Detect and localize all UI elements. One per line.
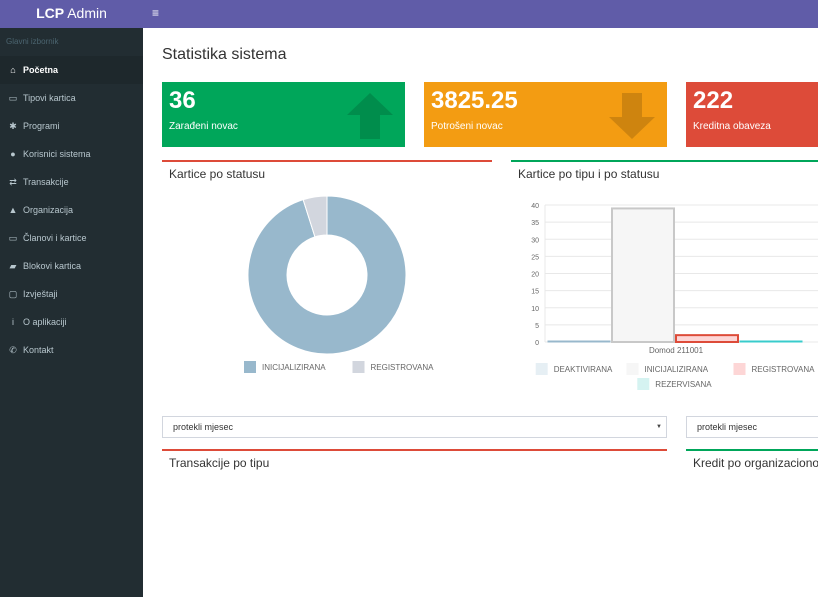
- legend-swatch: [733, 363, 746, 375]
- sidebar-item-label: Tipovi kartica: [23, 93, 76, 103]
- legend-swatch: [637, 378, 650, 390]
- bar[interactable]: [675, 334, 739, 343]
- top-navbar: ≡: [143, 0, 818, 28]
- y-tick-label: 5: [535, 323, 539, 330]
- card-icon: ▭: [8, 92, 18, 103]
- home-icon: ⌂: [10, 65, 16, 75]
- stat-value: 3825.25: [431, 87, 518, 114]
- exchange-icon: ⇄: [9, 176, 17, 187]
- panel-title: Kredit po organizacionom: [693, 456, 818, 470]
- book-icon: ▰: [9, 260, 17, 271]
- sidebar-item-1[interactable]: ⌂ Početna: [0, 56, 143, 84]
- panel-cards-by-status: Kartice po statusu INICIJALIZIRANA REGIST…: [162, 160, 492, 388]
- stat-label: Kreditna obaveza: [693, 121, 771, 132]
- stat-value: 36: [169, 87, 196, 114]
- sidebar: LCP Admin Glavni izbornik ⌂ Početna ▭ Tipov…: [0, 0, 143, 597]
- period-select-left[interactable]: protekli mjesec ▼: [162, 416, 667, 438]
- sidebar-item-label: Početna: [23, 65, 59, 75]
- donut-chart: INICIJALIZIRANA REGISTROVANA: [244, 195, 435, 373]
- sidebar-item-label: Izvještaji: [23, 289, 58, 299]
- sidebar-item-6[interactable]: ▲ Organizacija: [0, 196, 143, 224]
- sidebar-item-3[interactable]: ✱ Programi: [0, 112, 143, 140]
- legend-label: REGISTROVANA: [752, 365, 816, 374]
- sidebar-item-label: Članovi i kartice: [23, 233, 87, 243]
- stat-value: 222: [693, 87, 734, 114]
- sidebar-item-10[interactable]: i O aplikaciji: [0, 308, 143, 336]
- stat-box-earned: 36 Zarađeni novac: [162, 82, 405, 147]
- brand-logo[interactable]: LCP Admin: [0, 0, 143, 28]
- legend-swatch: [535, 363, 548, 375]
- sidebar-item-9[interactable]: ▢ Izvještaji: [0, 280, 143, 308]
- sidebar-item-label: Korisnici sistema: [23, 149, 91, 159]
- stat-box-spent: 3825.25 Potrošeni novac: [424, 82, 667, 147]
- period-select-right[interactable]: protekli mjesec: [686, 416, 818, 438]
- legend-label: DEAKTIVIRANA: [554, 365, 613, 374]
- stat-label: Potrošeni novac: [431, 121, 503, 132]
- y-tick-label: 10: [531, 306, 539, 313]
- bar[interactable]: [739, 340, 803, 343]
- info-icon: i: [12, 317, 14, 327]
- panel-credit-by-org: Kredit po organizacionom: [686, 449, 818, 597]
- sidebar-item-8[interactable]: ▰ Blokovi kartica: [0, 252, 143, 280]
- hamburger-menu-icon[interactable]: ≡: [152, 7, 162, 19]
- sidebar-menu: ⌂ Početna ▭ Tipovi kartica ✱ Programi ● Korisni…: [0, 56, 143, 364]
- card-icon: ▭: [8, 232, 18, 243]
- legend-label: REZERVISANA: [655, 380, 712, 389]
- sidebar-item-label: Blokovi kartica: [23, 261, 82, 271]
- brand-bold: LCP: [36, 5, 65, 21]
- y-tick-label: 20: [531, 272, 539, 279]
- legend-swatch: [626, 363, 639, 375]
- arrow-up-icon: [347, 93, 393, 139]
- stat-box-credit: 222 Kreditna obaveza: [686, 82, 818, 147]
- y-tick-label: 35: [531, 220, 539, 227]
- sidebar-item-label: O aplikaciji: [23, 317, 67, 327]
- y-tick-label: 0: [535, 340, 539, 347]
- y-tick-label: 30: [531, 237, 539, 244]
- stat-label: Zarađeni novac: [169, 121, 238, 132]
- sidebar-item-4[interactable]: ● Korisnici sistema: [0, 140, 143, 168]
- legend-swatch: [244, 361, 256, 373]
- sidebar-item-11[interactable]: ✆ Kontakt: [0, 336, 143, 364]
- bar[interactable]: [611, 207, 675, 343]
- select-value: protekli mjesec: [173, 422, 234, 432]
- bar-chart: 40 35 30 25 20 15 10 5 0 Domod 211001 DEAKTIVIRANA…: [531, 203, 818, 390]
- sidebar-item-5[interactable]: ⇄ Transakcije: [0, 168, 143, 196]
- user-icon: ●: [10, 149, 16, 159]
- sidebar-item-label: Transakcije: [23, 177, 69, 187]
- select-value: protekli mjesec: [697, 422, 758, 432]
- y-tick-label: 40: [531, 203, 539, 210]
- sidebar-item-label: Organizacija: [23, 205, 74, 215]
- page-title: Statistika sistema: [162, 46, 287, 63]
- legend-label: INICIJALIZIRANA: [645, 365, 709, 374]
- report-icon: ▢: [8, 288, 18, 299]
- brand-rest: Admin: [64, 5, 107, 21]
- legend-swatch: [352, 361, 365, 373]
- asterisk-icon: ✱: [9, 120, 17, 131]
- x-tick-label: Domod 211001: [649, 346, 704, 355]
- tree-icon: ▲: [8, 205, 18, 215]
- y-tick-label: 15: [531, 289, 539, 296]
- caret-down-icon: ▼: [656, 424, 662, 430]
- sidebar-header: Glavni izbornik: [6, 37, 59, 46]
- sidebar-item-label: Kontakt: [23, 345, 54, 355]
- arrow-down-icon: [609, 93, 655, 139]
- bar[interactable]: [547, 340, 611, 343]
- main-content: Statistika sistema 36 Zarađeni novac 382…: [143, 28, 818, 597]
- panel-transactions-by-type: Transakcije po tipu: [162, 449, 667, 597]
- legend-label: REGISTROVANA: [371, 363, 435, 372]
- sidebar-item-7[interactable]: ▭ Članovi i kartice: [0, 224, 143, 252]
- legend-label: INICIJALIZIRANA: [262, 363, 326, 372]
- y-tick-label: 25: [531, 254, 539, 261]
- panel-cards-by-type: Kartice po tipu i po statusu 40 35 30 25 20 1…: [511, 160, 818, 405]
- sidebar-item-2[interactable]: ▭ Tipovi kartica: [0, 84, 143, 112]
- sidebar-item-label: Programi: [23, 121, 60, 131]
- phone-icon: ✆: [9, 344, 17, 355]
- panel-title: Transakcije po tipu: [169, 456, 270, 470]
